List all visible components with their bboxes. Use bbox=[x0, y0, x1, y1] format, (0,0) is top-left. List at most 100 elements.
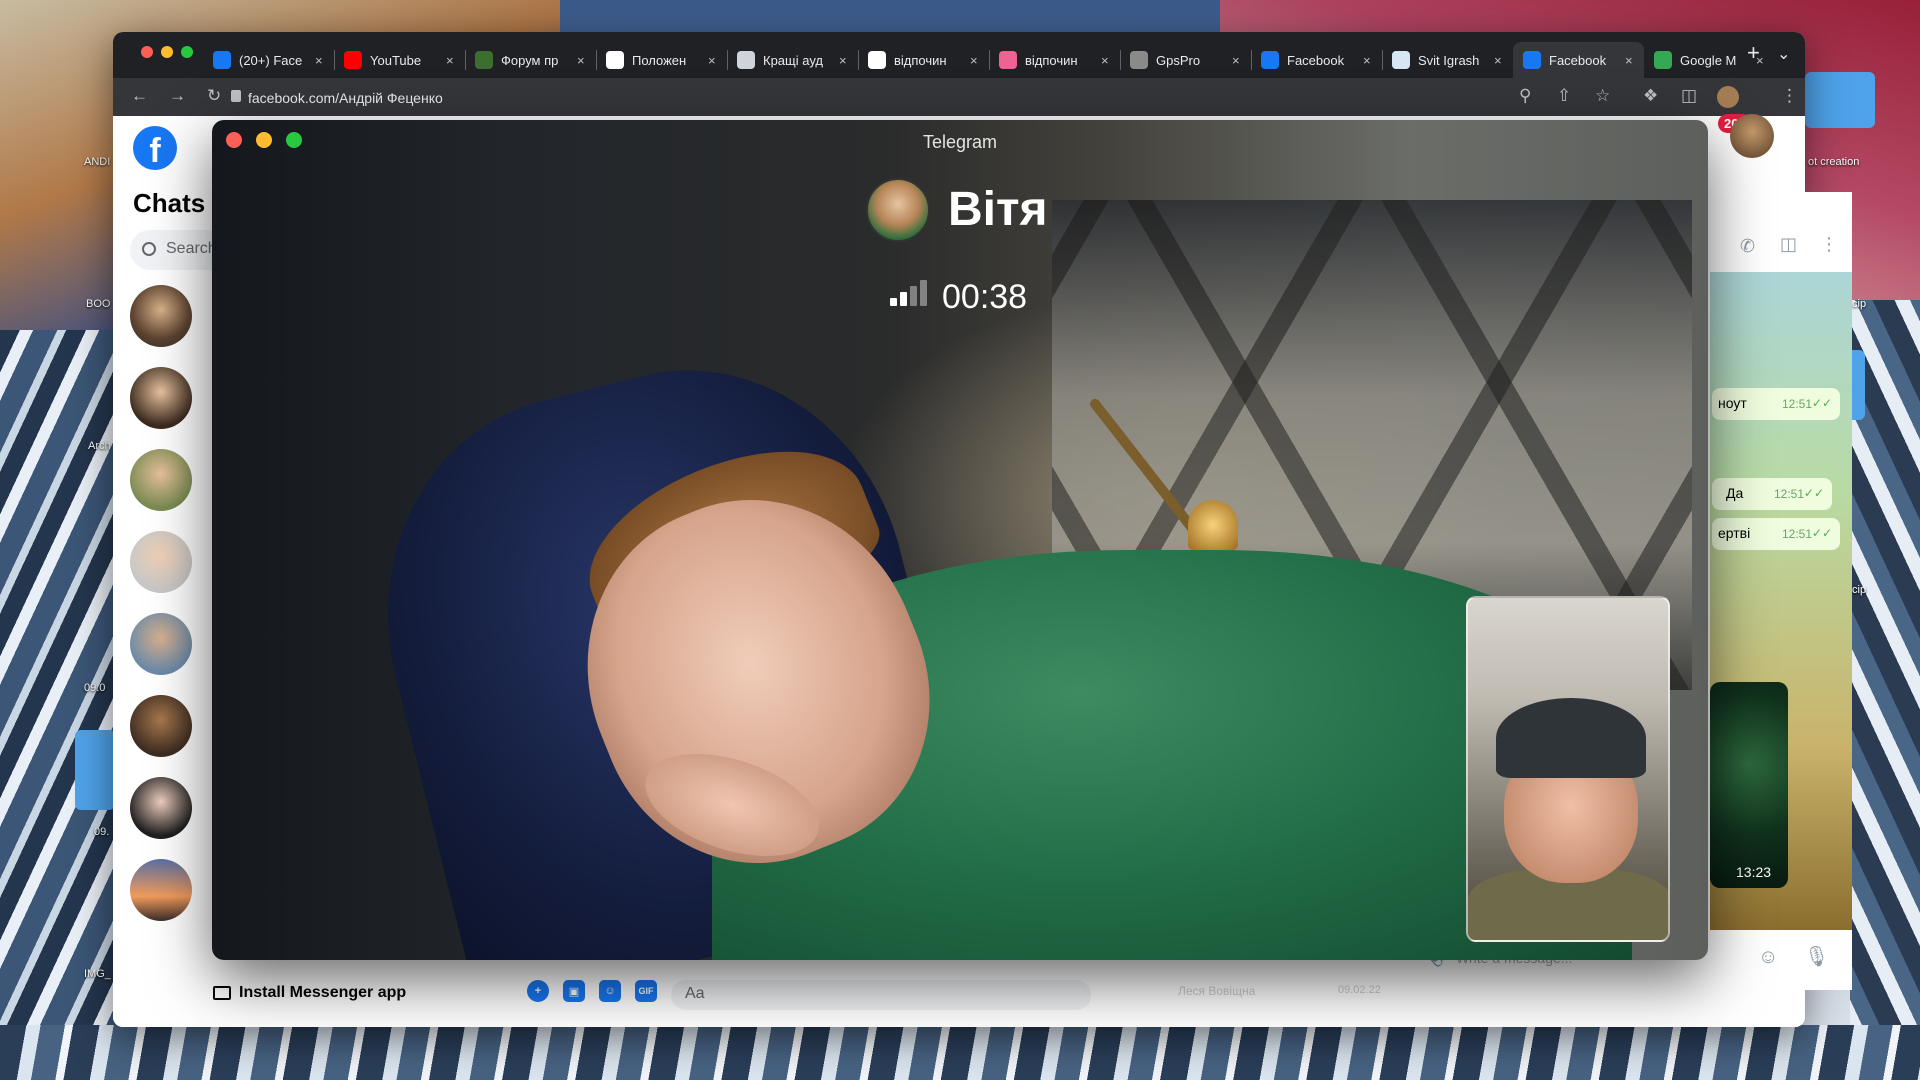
plus-icon[interactable]: + bbox=[527, 980, 549, 1002]
browser-tab[interactable]: Svit Igrash × bbox=[1382, 42, 1513, 78]
new-tab-button[interactable]: + bbox=[1747, 40, 1760, 66]
message-bubble[interactable]: ноут 12:51 ✓✓ bbox=[1712, 388, 1840, 420]
extensions-puzzle-icon[interactable]: ❖ bbox=[1643, 86, 1658, 106]
profile-avatar[interactable] bbox=[1717, 86, 1739, 108]
chat-avatar[interactable] bbox=[130, 613, 192, 675]
tab-label: Кращі ауд bbox=[763, 52, 823, 68]
lock-icon[interactable] bbox=[231, 90, 241, 102]
tab-close-icon[interactable]: × bbox=[839, 53, 847, 68]
image-icon[interactable]: ▣ bbox=[563, 980, 585, 1002]
more-menu-icon[interactable]: ⋮ bbox=[1781, 86, 1798, 106]
desktop-icon-label[interactable]: cip bbox=[1852, 298, 1866, 310]
address-bar[interactable]: facebook.com/Андрій Феценко bbox=[248, 90, 443, 106]
desktop-icon-label[interactable]: IMG_ bbox=[84, 968, 111, 980]
call-duration: 00:38 bbox=[942, 278, 1028, 316]
youtube-icon bbox=[344, 51, 362, 69]
browser-tab[interactable]: Форум пр × bbox=[465, 42, 596, 78]
more-icon[interactable]: ⋮ bbox=[1820, 234, 1838, 255]
facebook-icon bbox=[1523, 51, 1541, 69]
google-maps-icon bbox=[1654, 51, 1672, 69]
zoom-icon[interactable]: ⚲ bbox=[1519, 86, 1531, 106]
desktop-icon-label[interactable]: cip bbox=[1852, 584, 1866, 596]
browser-tab[interactable]: YouTube × bbox=[334, 42, 465, 78]
message-text: ноут bbox=[1718, 395, 1747, 411]
sidebar-toggle-icon[interactable]: ◫ bbox=[1780, 234, 1797, 255]
caller-avatar bbox=[866, 178, 930, 242]
browser-tab[interactable]: Положен × bbox=[596, 42, 727, 78]
tab-close-icon[interactable]: × bbox=[1363, 53, 1371, 68]
double-check-icon: ✓✓ bbox=[1811, 396, 1832, 410]
microphone-icon[interactable]: 🎙 bbox=[1804, 944, 1829, 969]
tab-close-icon[interactable]: × bbox=[577, 53, 585, 68]
facebook-logo-icon[interactable]: f bbox=[133, 126, 177, 170]
tab-close-icon[interactable]: × bbox=[315, 53, 323, 68]
desktop-folder-icon[interactable] bbox=[75, 730, 115, 810]
desktop-icon-label[interactable]: Arch bbox=[88, 440, 111, 452]
browser-tab[interactable]: відпочин × bbox=[858, 42, 989, 78]
desktop-folder-icon[interactable] bbox=[1805, 72, 1875, 128]
tab-close-icon[interactable]: × bbox=[446, 53, 454, 68]
telegram-call-window: Telegram Вітя 00:38 bbox=[212, 120, 1708, 960]
emoji-icon[interactable]: ☺ bbox=[1758, 946, 1778, 969]
desktop-icon-label[interactable]: ANDI bbox=[84, 156, 110, 168]
tab-label: Facebook bbox=[1287, 52, 1345, 68]
tab-close-icon[interactable]: × bbox=[970, 53, 978, 68]
side-panel-icon[interactable]: ◫ bbox=[1681, 86, 1697, 106]
back-arrow-icon[interactable]: ← bbox=[131, 86, 148, 106]
chat-avatar[interactable] bbox=[130, 777, 192, 839]
message-composer-input[interactable]: Aa bbox=[671, 980, 1091, 1010]
peek-chat-name[interactable]: Леся Вовіщна bbox=[1178, 984, 1255, 998]
call-window-title: Telegram bbox=[922, 132, 998, 152]
tab-label: YouTube bbox=[370, 52, 422, 68]
reload-icon[interactable]: ↻ bbox=[207, 86, 221, 106]
cloud-icon bbox=[1392, 51, 1410, 69]
signal-strength-icon bbox=[890, 280, 930, 306]
chat-avatar[interactable] bbox=[130, 859, 192, 921]
desktop-icon-label[interactable]: 09.0 bbox=[84, 682, 105, 694]
minimize-window-button[interactable] bbox=[161, 46, 173, 58]
browser-tab[interactable]: Facebook × bbox=[1513, 42, 1644, 78]
self-view-video[interactable] bbox=[1466, 596, 1670, 942]
browser-tab[interactable]: відпочин × bbox=[989, 42, 1120, 78]
browser-tab[interactable]: (20+) Face × bbox=[203, 42, 334, 78]
forward-arrow-icon[interactable]: → bbox=[169, 86, 186, 106]
facebook-icon bbox=[1261, 51, 1279, 69]
message-bubble[interactable]: ертві 12:51 ✓✓ bbox=[1712, 518, 1840, 550]
close-window-button[interactable] bbox=[141, 46, 153, 58]
browser-tab[interactable]: Кращі ауд × bbox=[727, 42, 858, 78]
composer-placeholder: Aa bbox=[685, 985, 705, 1002]
account-avatar[interactable] bbox=[1730, 114, 1774, 158]
tab-close-icon[interactable]: × bbox=[1232, 53, 1240, 68]
video-message-thumbnail[interactable] bbox=[1710, 682, 1788, 888]
browser-tab[interactable]: Facebook × bbox=[1251, 42, 1382, 78]
tab-separator bbox=[858, 50, 859, 70]
chat-avatar[interactable] bbox=[130, 367, 192, 429]
self-view-person-hat bbox=[1496, 698, 1646, 778]
bookmark-star-icon[interactable]: ☆ bbox=[1595, 86, 1610, 106]
forum-icon bbox=[475, 51, 493, 69]
maximize-window-button[interactable] bbox=[181, 46, 193, 58]
browser-tab[interactable]: GpsPro × bbox=[1120, 42, 1251, 78]
chat-avatar[interactable] bbox=[130, 531, 192, 593]
gif-icon[interactable]: GIF bbox=[635, 980, 657, 1002]
share-icon[interactable]: ⇧ bbox=[1557, 86, 1571, 106]
tab-close-icon[interactable]: × bbox=[1625, 53, 1633, 68]
tab-search-chevron-icon[interactable]: ⌄ bbox=[1777, 44, 1790, 64]
tab-close-icon[interactable]: × bbox=[1101, 53, 1109, 68]
desktop-icon-label[interactable]: 09. bbox=[94, 826, 109, 838]
tab-label: Facebook bbox=[1549, 52, 1607, 68]
desktop-icon-label[interactable]: BOO bbox=[86, 298, 110, 310]
tab-separator bbox=[465, 50, 466, 70]
sticker-icon[interactable]: ☺ bbox=[599, 980, 621, 1002]
tab-separator bbox=[1251, 50, 1252, 70]
desktop-icon-label[interactable]: ot creation bbox=[1808, 156, 1859, 168]
message-bubble[interactable]: Да 12:51 ✓✓ bbox=[1712, 478, 1832, 510]
chat-avatar[interactable] bbox=[130, 695, 192, 757]
telegram-chat-header: ✆ ◫ ⋮ bbox=[1710, 192, 1852, 272]
chat-avatar[interactable] bbox=[130, 449, 192, 511]
tab-close-icon[interactable]: × bbox=[708, 53, 716, 68]
install-messenger-link[interactable]: Install Messenger app bbox=[239, 984, 406, 1002]
tab-close-icon[interactable]: × bbox=[1494, 53, 1502, 68]
phone-icon[interactable]: ✆ bbox=[1740, 236, 1755, 257]
chat-avatar[interactable] bbox=[130, 285, 192, 347]
